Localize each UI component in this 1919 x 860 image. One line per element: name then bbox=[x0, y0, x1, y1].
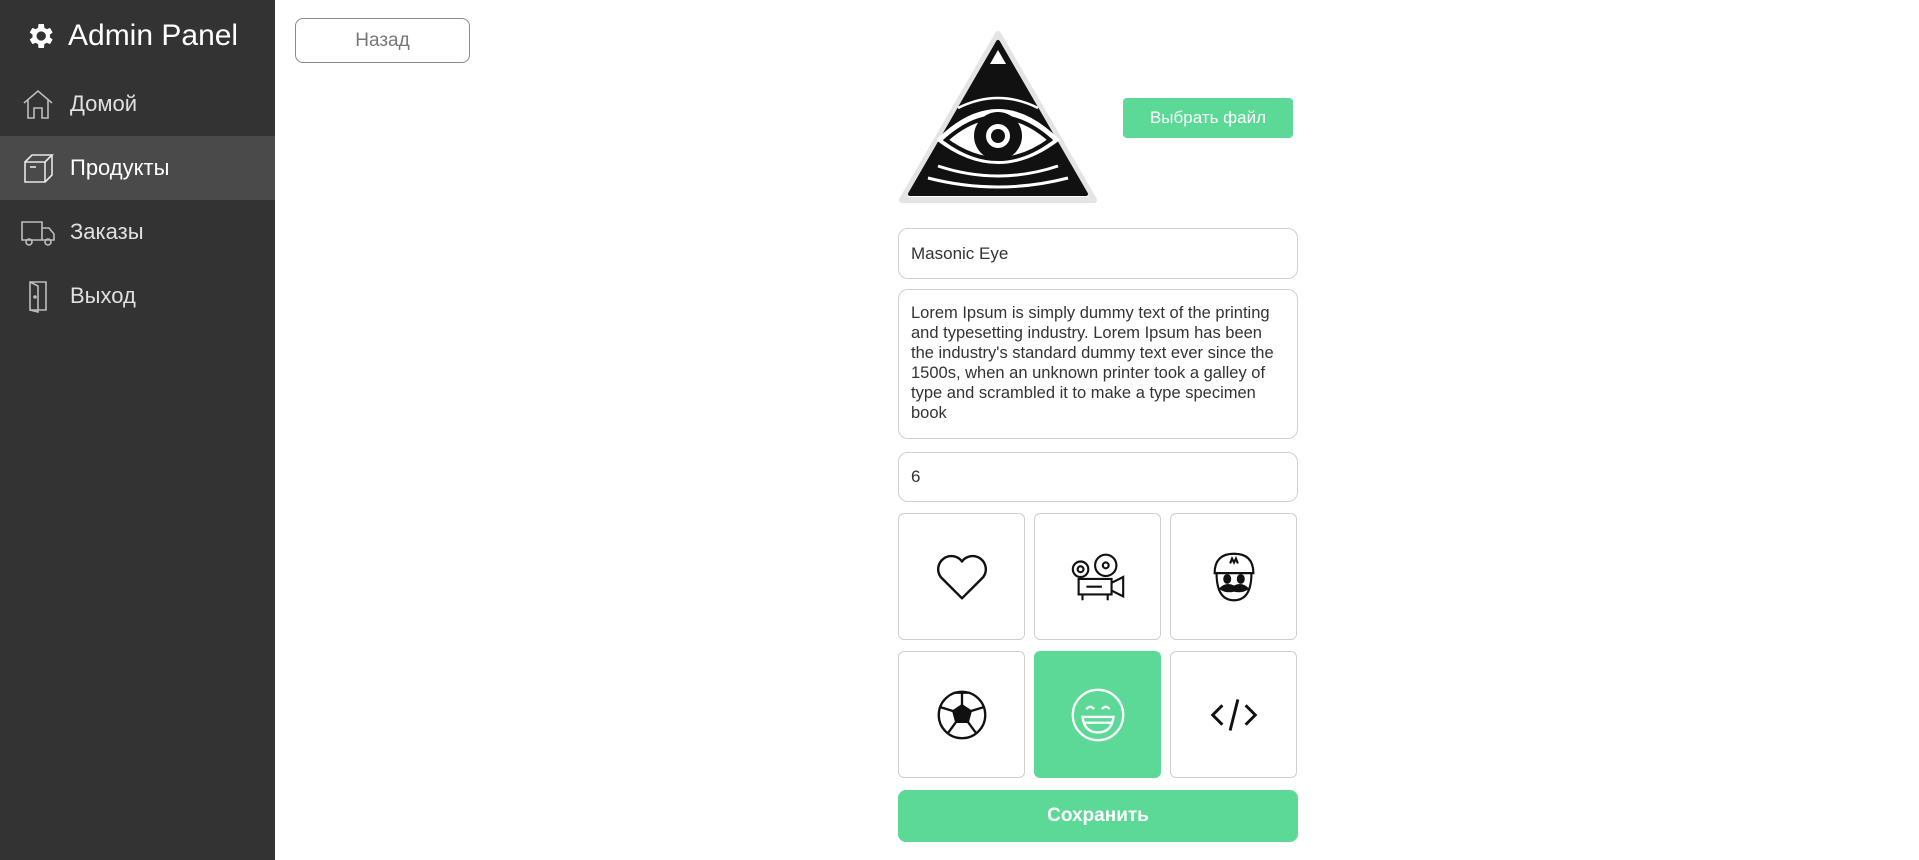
icon-option-heart[interactable] bbox=[898, 513, 1025, 640]
code-icon bbox=[1210, 698, 1257, 731]
icon-option-code[interactable] bbox=[1170, 651, 1297, 778]
sidebar: Admin Panel Домой Продукты Заказы Выход bbox=[0, 0, 275, 860]
sidebar-item-label: Выход bbox=[70, 283, 136, 308]
app-title: Admin Panel bbox=[68, 19, 239, 52]
all-seeing-eye-icon bbox=[899, 31, 1097, 203]
sidebar-item-home[interactable]: Домой bbox=[0, 72, 275, 136]
icon-option-mario[interactable] bbox=[1170, 513, 1297, 640]
category-icon-picker bbox=[898, 513, 1298, 778]
mario-face-icon bbox=[1213, 552, 1254, 601]
box-icon bbox=[24, 154, 54, 183]
icon-option-projector[interactable] bbox=[1034, 513, 1161, 640]
gear-icon bbox=[29, 24, 53, 48]
sidebar-item-label: Продукты bbox=[70, 155, 170, 180]
sidebar-item-label: Домой bbox=[70, 91, 138, 116]
brand: Admin Panel bbox=[0, 0, 275, 72]
soccer-ball-icon bbox=[937, 690, 986, 739]
back-button[interactable]: Назад bbox=[295, 18, 470, 63]
film-projector-icon bbox=[1071, 553, 1124, 600]
icon-option-smile[interactable] bbox=[1034, 651, 1161, 778]
product-quantity-input[interactable]: 6 bbox=[898, 452, 1298, 502]
product-description-textarea[interactable]: Lorem Ipsum is simply dummy text of the … bbox=[898, 289, 1298, 439]
sidebar-item-orders[interactable]: Заказы bbox=[0, 200, 275, 264]
sidebar-item-products[interactable]: Продукты bbox=[0, 136, 275, 200]
heart-icon bbox=[936, 554, 987, 600]
smile-icon bbox=[1071, 688, 1124, 741]
choose-file-button[interactable]: Выбрать файл bbox=[1123, 98, 1293, 138]
sidebar-item-logout[interactable]: Выход bbox=[0, 264, 275, 328]
product-image-preview bbox=[898, 28, 1098, 206]
product-name-input[interactable]: Masonic Eye bbox=[898, 228, 1298, 279]
icon-option-soccer[interactable] bbox=[898, 651, 1025, 778]
sidebar-item-label: Заказы bbox=[70, 219, 144, 244]
save-button[interactable]: Сохранить bbox=[898, 790, 1298, 842]
home-icon bbox=[23, 89, 53, 119]
truck-icon bbox=[21, 221, 55, 246]
door-icon bbox=[29, 281, 47, 314]
